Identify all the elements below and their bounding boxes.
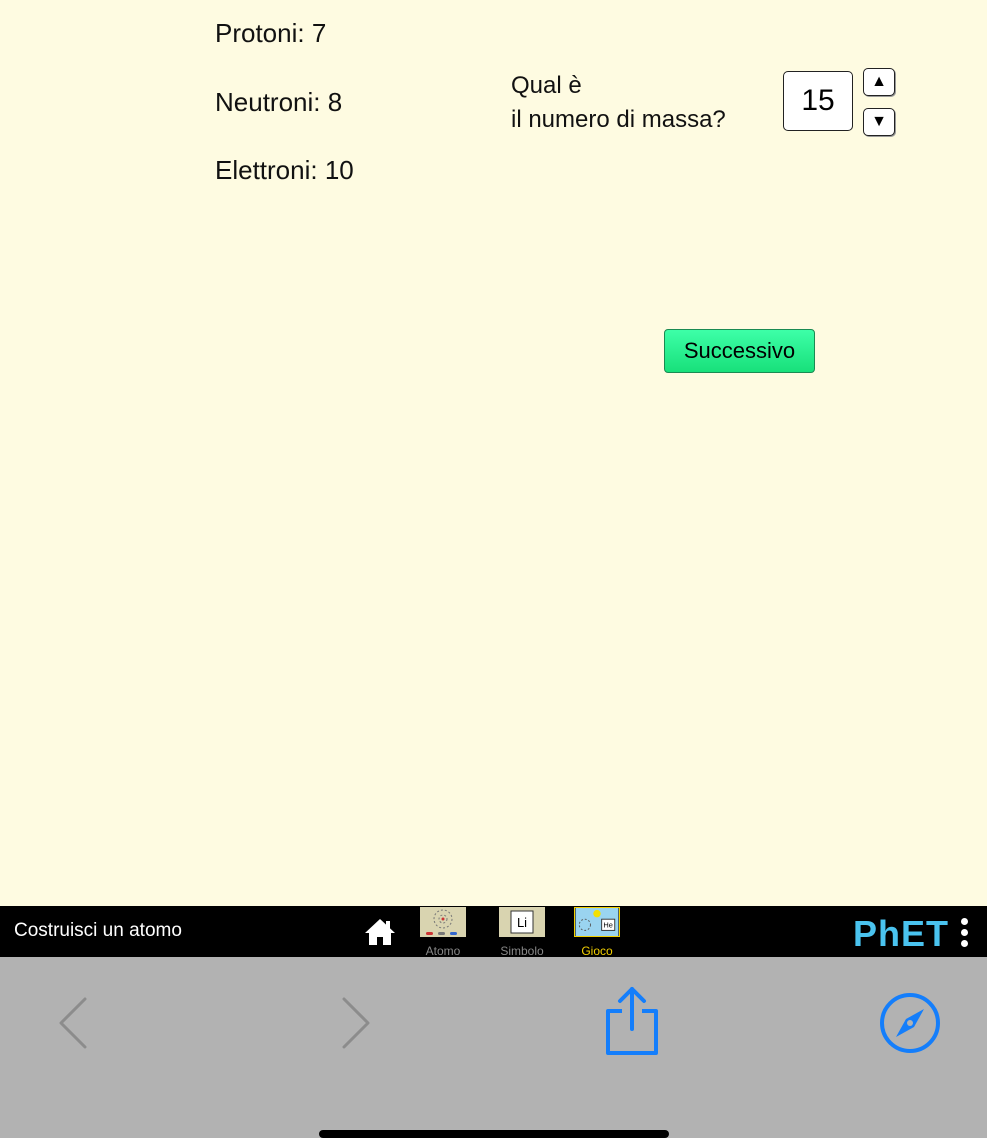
symbol-thumb-text: Li [517, 915, 527, 930]
forward-icon[interactable] [338, 995, 374, 1051]
symbol-thumbnail-icon: Li [499, 907, 545, 937]
next-button[interactable]: Successivo [664, 329, 815, 373]
home-icon[interactable] [363, 916, 397, 948]
arrow-down-icon: ▼ [871, 113, 887, 130]
tab-atomo[interactable]: Atomo [417, 906, 469, 958]
question-line-2: il numero di massa? [511, 106, 726, 133]
mass-number-value[interactable]: 15 [783, 71, 853, 131]
tab-gioco[interactable]: He Gioco [573, 906, 621, 958]
protons-label: Protoni: 7 [215, 18, 327, 48]
question-line-1: Qual è [511, 72, 582, 99]
tab-simbolo[interactable]: Li Simbolo [492, 906, 552, 958]
tab-label-gioco: Gioco [581, 944, 613, 958]
phet-logo[interactable]: PhET [853, 913, 949, 955]
menu-dots-icon[interactable] [959, 918, 969, 948]
home-indicator[interactable] [319, 1130, 669, 1138]
game-thumbnail-icon: He [574, 907, 620, 937]
back-icon[interactable] [55, 995, 91, 1051]
neutrons-label: Neutroni: 8 [215, 87, 343, 117]
electrons-label: Elettroni: 10 [215, 155, 354, 185]
share-icon[interactable] [602, 985, 662, 1057]
tab-label-atomo: Atomo [425, 944, 461, 958]
app-title: Costruisci un atomo [14, 920, 182, 941]
increment-button[interactable]: ▲ [863, 68, 895, 96]
arrow-up-icon: ▲ [871, 73, 887, 90]
game-thumb-text: He [603, 921, 613, 930]
tab-label-simbolo: Simbolo [500, 944, 544, 958]
compass-icon[interactable] [878, 991, 942, 1055]
phet-navbar: Costruisci un atomo Atomo Li Simbolo He … [0, 906, 987, 958]
browser-toolbar [0, 957, 987, 1136]
sim-area: Protoni: 7 Neutroni: 8 Elettroni: 10 Qua… [0, 0, 987, 906]
decrement-button[interactable]: ▼ [863, 108, 895, 136]
atom-thumbnail-icon [420, 907, 466, 937]
